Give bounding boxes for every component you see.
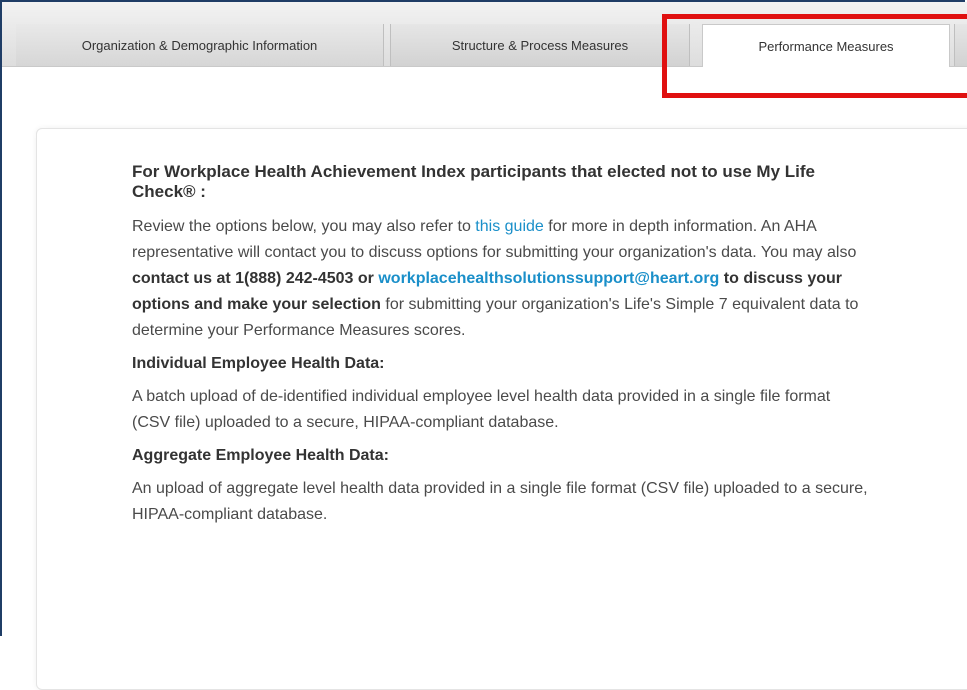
individual-data-title: Individual Employee Health Data:	[132, 355, 385, 372]
aggregate-data-title: Aggregate Employee Health Data:	[132, 447, 389, 464]
tab-organization-demographic[interactable]: Organization & Demographic Information	[16, 24, 384, 66]
contact-phone-text: contact us at 1(888) 242-4503 or	[132, 270, 379, 287]
tab-performance-measures[interactable]: Performance Measures	[702, 24, 950, 67]
content-body: For Workplace Health Achievement Index p…	[132, 162, 872, 538]
intro-paragraph: Review the options below, you may also r…	[132, 214, 872, 344]
tab-overflow[interactable]	[954, 24, 967, 66]
guide-link[interactable]: this guide	[475, 218, 544, 235]
tab-structure-process[interactable]: Structure & Process Measures	[390, 24, 690, 66]
aggregate-data-body: An upload of aggregate level health data…	[132, 480, 868, 523]
individual-data-body: A batch upload of de-identified individu…	[132, 388, 831, 431]
window-frame: Organization & Demographic Information S…	[0, 0, 967, 690]
support-email-link[interactable]: workplacehealthsolutionssupport@heart.or…	[378, 270, 719, 287]
tab-label: Performance Measures	[758, 38, 894, 54]
intro-text-1: Review the options below, you may also r…	[132, 218, 476, 235]
tab-label: Organization & Demographic Information	[81, 37, 318, 53]
tab-label: Structure & Process Measures	[451, 37, 629, 53]
tab-bar: Organization & Demographic Information S…	[2, 2, 967, 67]
section-heading: For Workplace Health Achievement Index p…	[132, 162, 815, 201]
